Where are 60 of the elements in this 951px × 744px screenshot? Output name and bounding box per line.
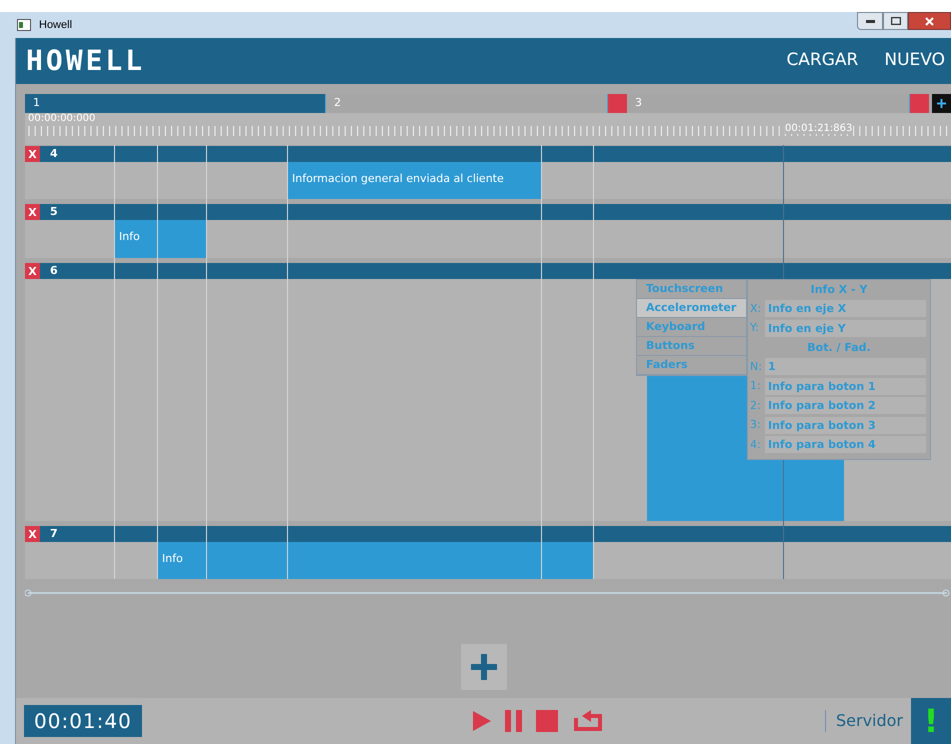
maximize-icon — [890, 17, 900, 25]
panel-section-title: Bot. / Fad. — [806, 340, 872, 356]
header-action-link[interactable]: NUEVO — [884, 48, 945, 74]
clip-block[interactable]: Info — [114, 220, 206, 258]
play-icon — [472, 711, 491, 731]
field-value[interactable]: Info en eje X — [765, 300, 926, 318]
track-number: 5 — [50, 204, 58, 220]
minimize-button[interactable] — [857, 12, 883, 30]
field-label: X: — [749, 300, 762, 316]
track-delete-button[interactable]: X — [25, 146, 40, 162]
clip-label: Informacion general enviada al cliente — [292, 172, 504, 185]
play-button[interactable] — [472, 711, 491, 731]
loop-icon — [572, 710, 604, 732]
sensor-menu-item[interactable]: Accelerometer — [637, 299, 746, 318]
scene-tab[interactable]: 1 — [25, 94, 326, 113]
close-button[interactable] — [908, 12, 951, 30]
track-number: 6 — [50, 262, 58, 279]
panel-section-title: Info X - Y — [810, 282, 868, 298]
pause-icon — [504, 710, 522, 732]
field-label: 3: — [749, 417, 762, 433]
clip-label: Info — [119, 230, 140, 243]
field-value[interactable]: Info para boton 3 — [765, 416, 926, 434]
field-value[interactable]: Info para boton 2 — [765, 397, 926, 414]
loop-button[interactable] — [572, 710, 604, 732]
track-delete-button[interactable]: X — [25, 204, 40, 220]
stop-button[interactable] — [536, 710, 558, 732]
time-display: 00:01:40 — [24, 705, 142, 737]
window-title: Howell — [39, 18, 72, 33]
header-action-link[interactable]: CARGAR — [786, 48, 858, 74]
status-indicator: ! — [924, 705, 938, 737]
minimize-icon — [866, 20, 874, 22]
ruler-start-time: 00:00:00:000 — [28, 114, 96, 124]
plus-icon — [936, 98, 947, 109]
maximize-button[interactable] — [883, 12, 908, 30]
field-value[interactable]: Info en eje Y — [765, 320, 926, 337]
server-label: Servidor — [836, 710, 903, 732]
app-icon — [17, 19, 31, 31]
track-delete-button[interactable]: X — [25, 526, 40, 542]
field-value[interactable]: 1 — [765, 358, 926, 376]
field-label: 4: — [749, 436, 762, 452]
field-value[interactable]: Info para boton 1 — [765, 378, 926, 395]
track-delete-button[interactable]: X — [25, 263, 40, 279]
close-icon — [925, 16, 934, 26]
add-scene-button[interactable] — [932, 94, 951, 113]
track-number: 4 — [50, 146, 58, 162]
field-label: Y: — [749, 320, 760, 336]
pause-button[interactable] — [504, 710, 522, 732]
app-logo: HOWELL — [26, 43, 146, 79]
track-number: 7 — [50, 526, 58, 542]
clip-block[interactable]: Informacion general enviada al cliente — [287, 162, 541, 199]
plus-icon — [468, 652, 498, 682]
field-label: 2: — [749, 398, 762, 414]
clip-block[interactable]: Info — [157, 542, 593, 579]
field-label: 1: — [749, 378, 762, 394]
clip-label: Info — [162, 552, 183, 565]
field-label: N: — [749, 358, 763, 374]
stop-icon — [536, 710, 558, 732]
playhead-time: 00:01:21:863 — [785, 124, 852, 134]
field-value[interactable]: Info para boton 4 — [765, 436, 926, 454]
add-track-button[interactable] — [460, 644, 506, 690]
